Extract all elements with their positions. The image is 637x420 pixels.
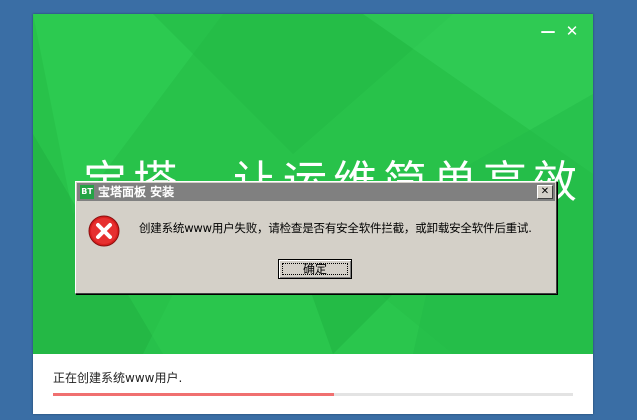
dialog-title: 宝塔面板 安装 — [98, 185, 175, 199]
progress-fill — [53, 393, 334, 396]
status-text: 正在创建系统www用户. — [53, 371, 183, 385]
error-dialog: BT 宝塔面板 安装 ✕ 创建系统www用户失败，请检查是否有安全软件拦截，或卸… — [75, 181, 557, 294]
progress-bar — [53, 393, 573, 396]
focus-rect — [282, 263, 348, 275]
minimize-button[interactable]: — — [539, 22, 557, 40]
error-icon — [88, 215, 120, 247]
dialog-titlebar: BT 宝塔面板 安装 ✕ — [77, 183, 555, 201]
bt-logo-icon: BT — [80, 185, 94, 199]
dialog-close-button[interactable]: ✕ — [537, 185, 553, 199]
status-panel: 正在创建系统www用户. — [33, 354, 593, 414]
error-message: 创建系统www用户失败，请检查是否有安全软件拦截，或卸载安全软件后重试. — [139, 221, 532, 235]
ok-button[interactable]: 确定 — [278, 259, 352, 279]
window-close-button[interactable]: ✕ — [563, 22, 581, 40]
